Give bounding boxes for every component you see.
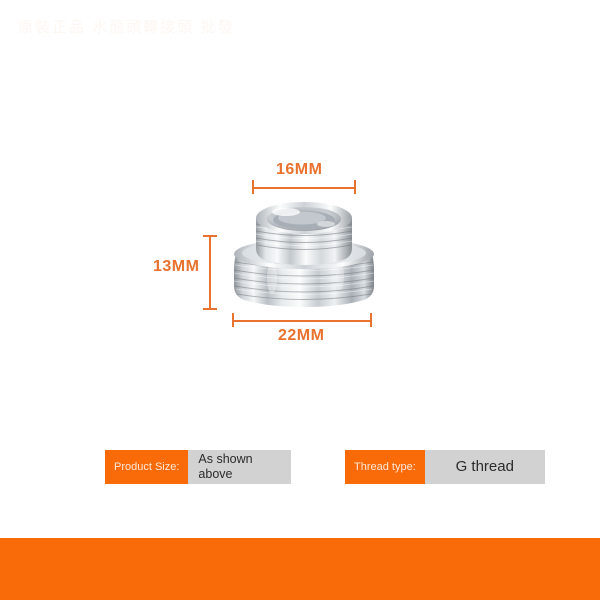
spec-key-product-size: Product Size: [105, 450, 189, 484]
dimension-line-16mm [252, 187, 356, 189]
dimension-label-16mm: 16MM [276, 161, 323, 178]
dimension-cap-13mm-bottom [203, 308, 217, 310]
spec-value-product-size: As shown above [188, 450, 292, 484]
bottom-banner: 高品質 黃銅加厚 鍍鉻 22 External to 16 external [0, 538, 600, 600]
dimension-label-22mm: 22MM [278, 327, 325, 344]
product-image-adapter [233, 202, 375, 307]
dimension-line-22mm [232, 320, 372, 322]
spec-key-thread-type: Thread type: [345, 450, 425, 484]
spec-row: Product Size: As shown above Thread type… [0, 450, 600, 488]
spec-value-thread-type: G thread [424, 450, 545, 484]
dimension-cap-13mm-top [203, 235, 217, 237]
dimension-label-13mm: 13MM [153, 258, 200, 275]
dimension-cap-16mm-left [252, 180, 254, 194]
product-figure: 16MM 13MM 22MM [0, 0, 600, 430]
spec-chip-product-size: Product Size: As shown above [105, 450, 292, 484]
spec-chip-thread-type: Thread type: G thread [345, 450, 545, 484]
dimension-cap-16mm-right [354, 180, 356, 194]
dimension-line-13mm [209, 235, 211, 310]
